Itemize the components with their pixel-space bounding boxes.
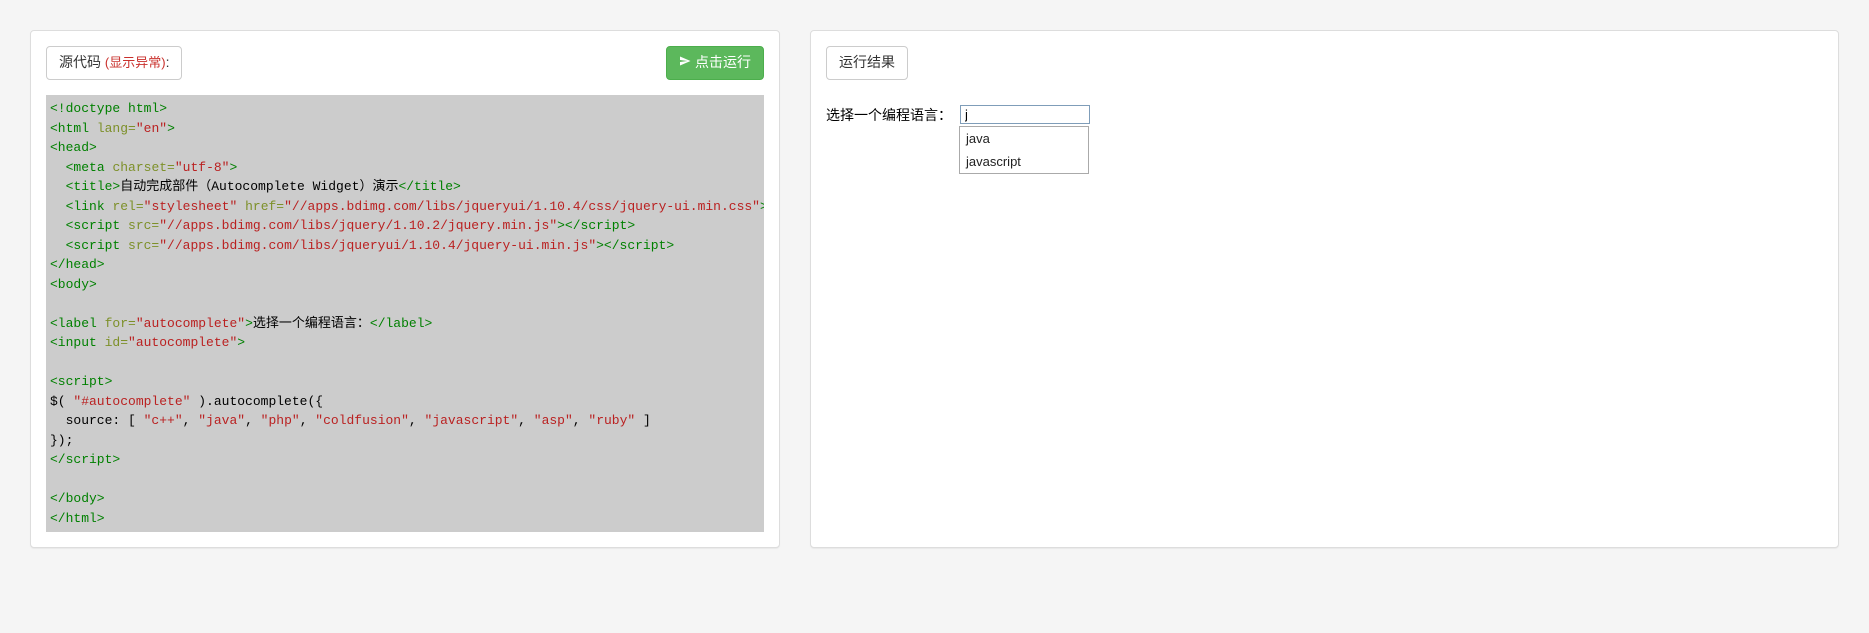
autocomplete-row: 选择一个编程语言： [826, 105, 1823, 125]
autocomplete-label: 选择一个编程语言： [826, 105, 952, 125]
show-error-link[interactable]: (显示异常) [105, 55, 166, 70]
source-label-colon: : [166, 54, 170, 70]
autocomplete-input[interactable] [960, 105, 1090, 124]
result-button[interactable]: 运行结果 [826, 46, 908, 80]
result-panel: 运行结果 选择一个编程语言： java javascript [810, 30, 1839, 548]
result-area: 选择一个编程语言： java javascript [826, 95, 1823, 174]
source-panel-header: 源代码 (显示异常): 点击运行 [46, 46, 764, 80]
paper-plane-icon [679, 53, 691, 73]
source-label-button[interactable]: 源代码 (显示异常): [46, 46, 182, 80]
source-code-panel: 源代码 (显示异常): 点击运行 <!doctype html> <html l… [30, 30, 780, 548]
code-editor[interactable]: <!doctype html> <html lang="en"> <head> … [46, 95, 764, 532]
main-container: 源代码 (显示异常): 点击运行 <!doctype html> <html l… [0, 0, 1869, 578]
run-button[interactable]: 点击运行 [666, 46, 764, 80]
source-label-text: 源代码 [59, 54, 101, 70]
result-panel-header: 运行结果 [826, 46, 1823, 80]
autocomplete-item[interactable]: javascript [960, 150, 1088, 173]
autocomplete-dropdown: java javascript [959, 126, 1089, 174]
run-button-label: 点击运行 [695, 54, 751, 70]
autocomplete-item[interactable]: java [960, 127, 1088, 150]
